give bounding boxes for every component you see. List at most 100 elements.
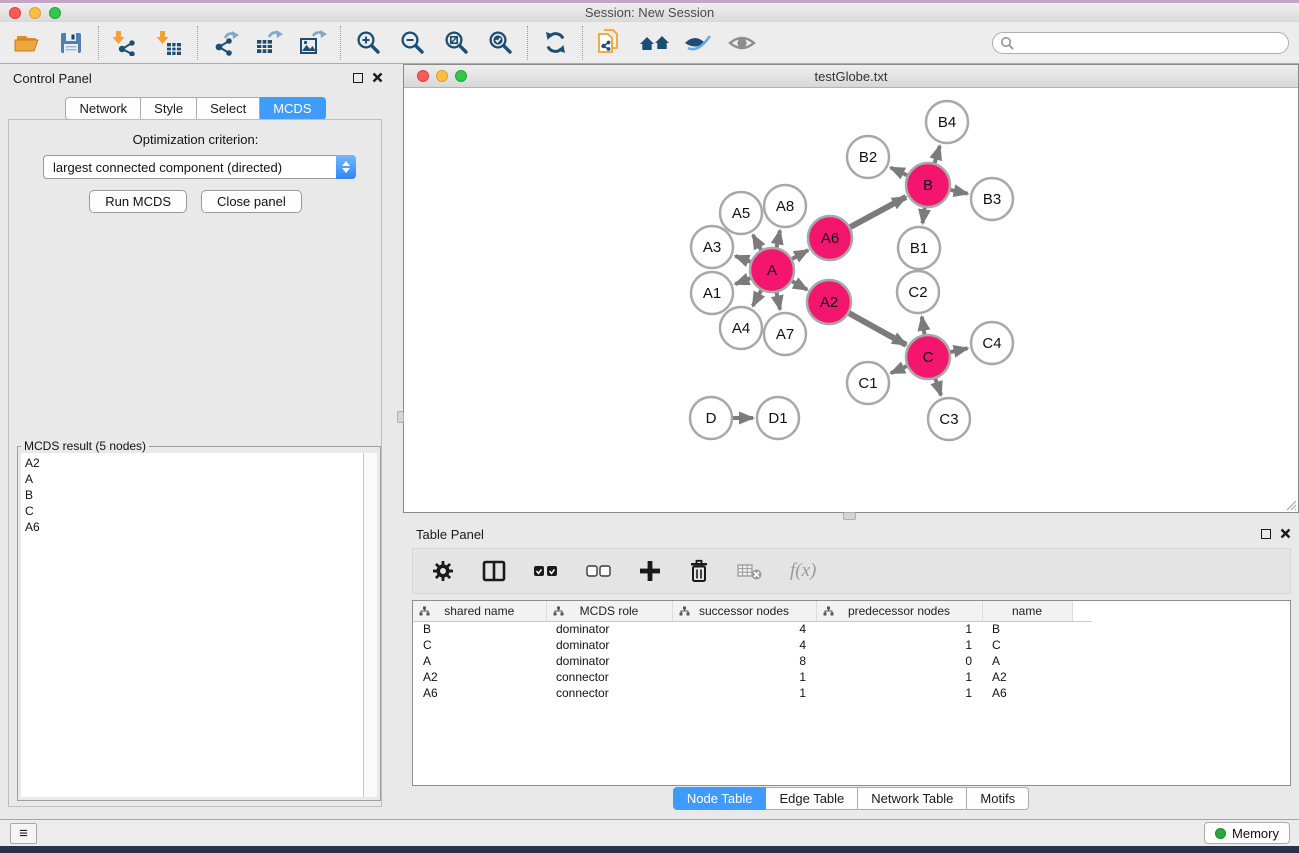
table-row[interactable]: A2connector11A2: [413, 669, 1092, 685]
open-session-button[interactable]: [10, 26, 44, 60]
table-cell[interactable]: B: [982, 621, 1072, 637]
home-views-button[interactable]: [637, 26, 671, 60]
node-D1[interactable]: D1: [757, 397, 799, 439]
network-graph[interactable]: B4B2BB3A8A5A6A3B1AA1C2A2A4A7C4CC1DD1C3: [404, 89, 1298, 512]
select-all-columns-button[interactable]: [533, 565, 559, 577]
export-network-button[interactable]: [208, 26, 242, 60]
node-C1[interactable]: C1: [847, 362, 889, 404]
table-cell[interactable]: 8: [672, 653, 816, 669]
tab-select[interactable]: Select: [197, 97, 260, 120]
zoom-in-button[interactable]: [351, 26, 385, 60]
node-A5[interactable]: A5: [720, 192, 762, 234]
delete-column-button[interactable]: [737, 561, 763, 581]
criterion-dropdown[interactable]: largest connected component (directed): [43, 155, 356, 179]
toggle-column-view-button[interactable]: [482, 560, 506, 582]
tab-edge-table[interactable]: Edge Table: [766, 787, 858, 810]
table-cell[interactable]: dominator: [546, 637, 672, 653]
node-A3[interactable]: A3: [691, 226, 733, 268]
memory-button[interactable]: Memory: [1204, 822, 1290, 844]
node-C4[interactable]: C4: [971, 322, 1013, 364]
node-A[interactable]: A: [750, 248, 794, 292]
export-table-button[interactable]: [252, 26, 286, 60]
table-cell[interactable]: A: [982, 653, 1072, 669]
table-cell[interactable]: connector: [546, 669, 672, 685]
node-A4[interactable]: A4: [720, 307, 762, 349]
table-cell[interactable]: A: [413, 653, 546, 669]
table-cell[interactable]: 4: [672, 637, 816, 653]
table-cell[interactable]: C: [413, 637, 546, 653]
table-row[interactable]: A6connector11A6: [413, 685, 1092, 701]
table-row[interactable]: Bdominator41B: [413, 621, 1092, 637]
hide-panels-button[interactable]: [681, 26, 715, 60]
node-B2[interactable]: B2: [847, 136, 889, 178]
table-cell[interactable]: B: [413, 621, 546, 637]
unselect-all-columns-button[interactable]: [586, 565, 612, 577]
float-panel-icon[interactable]: [353, 73, 363, 83]
node-B3[interactable]: B3: [971, 178, 1013, 220]
delete-rows-button[interactable]: [688, 559, 710, 583]
mcds-result-item[interactable]: A2: [25, 455, 363, 471]
node-B[interactable]: B: [906, 163, 950, 207]
table-row[interactable]: Adominator80A: [413, 653, 1092, 669]
table-cell[interactable]: 1: [672, 669, 816, 685]
mcds-result-item[interactable]: C: [25, 503, 363, 519]
mcds-result-scrollbar[interactable]: [363, 453, 377, 797]
table-settings-button[interactable]: [431, 559, 455, 583]
node-A2[interactable]: A2: [807, 280, 851, 324]
tab-network-table[interactable]: Network Table: [858, 787, 967, 810]
table-cell[interactable]: 4: [672, 621, 816, 637]
node-B1[interactable]: B1: [898, 227, 940, 269]
node-A6[interactable]: A6: [808, 216, 852, 260]
table-cell[interactable]: dominator: [546, 621, 672, 637]
run-mcds-button[interactable]: Run MCDS: [89, 190, 187, 213]
edge-A2-C[interactable]: [846, 312, 906, 345]
tab-network[interactable]: Network: [65, 97, 141, 120]
column-header-MCDS-role[interactable]: MCDS role: [546, 601, 672, 621]
node-A1[interactable]: A1: [691, 272, 733, 314]
save-session-button[interactable]: [54, 26, 88, 60]
node-C2[interactable]: C2: [897, 271, 939, 313]
zoom-out-button[interactable]: [395, 26, 429, 60]
zoom-selected-button[interactable]: [483, 26, 517, 60]
node-B4[interactable]: B4: [926, 101, 968, 143]
node-C3[interactable]: C3: [928, 398, 970, 440]
zoom-fit-button[interactable]: [439, 26, 473, 60]
vertical-divider-grip[interactable]: [397, 411, 404, 423]
import-network-button[interactable]: [109, 26, 143, 60]
table-cell[interactable]: A2: [982, 669, 1072, 685]
apply-function-button[interactable]: f(x): [790, 560, 816, 582]
node-A8[interactable]: A8: [764, 185, 806, 227]
column-header-successor-nodes[interactable]: successor nodes: [672, 601, 816, 621]
create-column-button[interactable]: [639, 560, 661, 582]
search-input[interactable]: [1014, 34, 1288, 52]
tab-style[interactable]: Style: [141, 97, 197, 120]
column-header-predecessor-nodes[interactable]: predecessor nodes: [816, 601, 982, 621]
float-table-panel-icon[interactable]: [1261, 529, 1271, 539]
table-cell[interactable]: 1: [816, 637, 982, 653]
network-canvas[interactable]: B4B2BB3A8A5A6A3B1AA1C2A2A4A7C4CC1DD1C3: [404, 89, 1298, 512]
table-cell[interactable]: A2: [413, 669, 546, 685]
node-A7[interactable]: A7: [764, 313, 806, 355]
table-cell[interactable]: 1: [672, 685, 816, 701]
export-image-button[interactable]: [296, 26, 330, 60]
column-header-shared-name[interactable]: shared name: [413, 601, 546, 621]
node-C[interactable]: C: [906, 335, 950, 379]
horizontal-divider[interactable]: [403, 513, 1299, 520]
mcds-result-item[interactable]: A: [25, 471, 363, 487]
table-cell[interactable]: A6: [413, 685, 546, 701]
edge-A6-B[interactable]: [848, 197, 906, 229]
table-cell[interactable]: 0: [816, 653, 982, 669]
table-cell[interactable]: connector: [546, 685, 672, 701]
show-panels-button[interactable]: [725, 26, 759, 60]
close-panel-icon[interactable]: [372, 72, 383, 83]
table-cell[interactable]: 1: [816, 685, 982, 701]
resize-grip-icon[interactable]: [1284, 498, 1297, 511]
import-table-button[interactable]: [153, 26, 187, 60]
close-table-panel-icon[interactable]: [1280, 528, 1291, 539]
table-cell[interactable]: C: [982, 637, 1072, 653]
table-cell[interactable]: A6: [982, 685, 1072, 701]
close-panel-button[interactable]: Close panel: [201, 190, 302, 213]
tab-mcds[interactable]: MCDS: [260, 97, 325, 120]
network-file-button[interactable]: [593, 26, 627, 60]
refresh-layout-button[interactable]: [538, 26, 572, 60]
